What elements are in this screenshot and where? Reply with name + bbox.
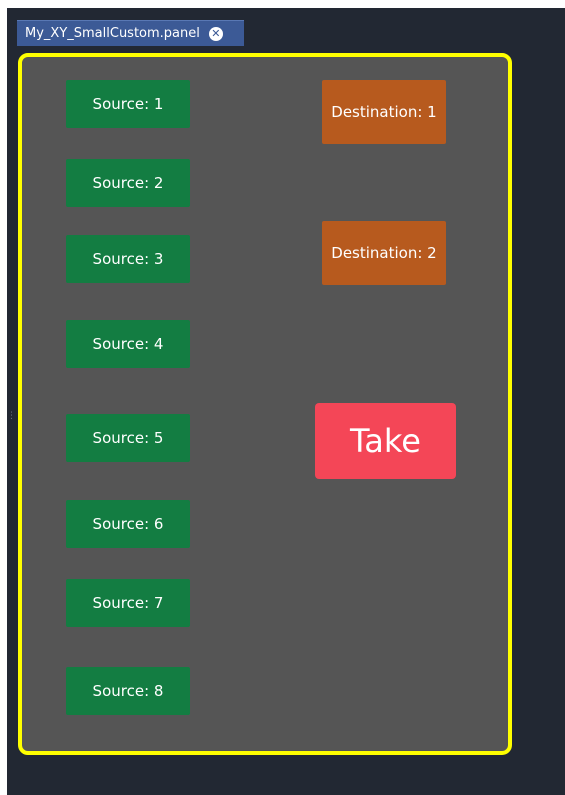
source-button-3[interactable]: Source: 3 <box>66 235 190 283</box>
xy-panel: Source: 1 Source: 2 Source: 3 Source: 4 … <box>18 53 512 755</box>
source-button-2[interactable]: Source: 2 <box>66 159 190 207</box>
source-button-6[interactable]: Source: 6 <box>66 500 190 548</box>
source-button-5[interactable]: Source: 5 <box>66 414 190 462</box>
close-icon[interactable]: ✕ <box>208 26 223 41</box>
destination-button-2[interactable]: Destination: 2 <box>322 221 446 285</box>
source-button-1[interactable]: Source: 1 <box>66 80 190 128</box>
source-button-8[interactable]: Source: 8 <box>66 667 190 715</box>
take-button[interactable]: Take <box>315 403 456 479</box>
tab-panel-file[interactable]: My_XY_SmallCustom.panel ✕ <box>17 20 244 46</box>
splitter-grip-icon[interactable]: ⋮ <box>7 412 16 428</box>
source-button-4[interactable]: Source: 4 <box>66 320 190 368</box>
source-button-7[interactable]: Source: 7 <box>66 579 190 627</box>
left-margin <box>0 0 7 795</box>
app-window: ⋮ My_XY_SmallCustom.panel ✕ Source: 1 So… <box>0 0 565 795</box>
tab-label: My_XY_SmallCustom.panel <box>25 26 200 41</box>
destination-button-1[interactable]: Destination: 1 <box>322 80 446 144</box>
